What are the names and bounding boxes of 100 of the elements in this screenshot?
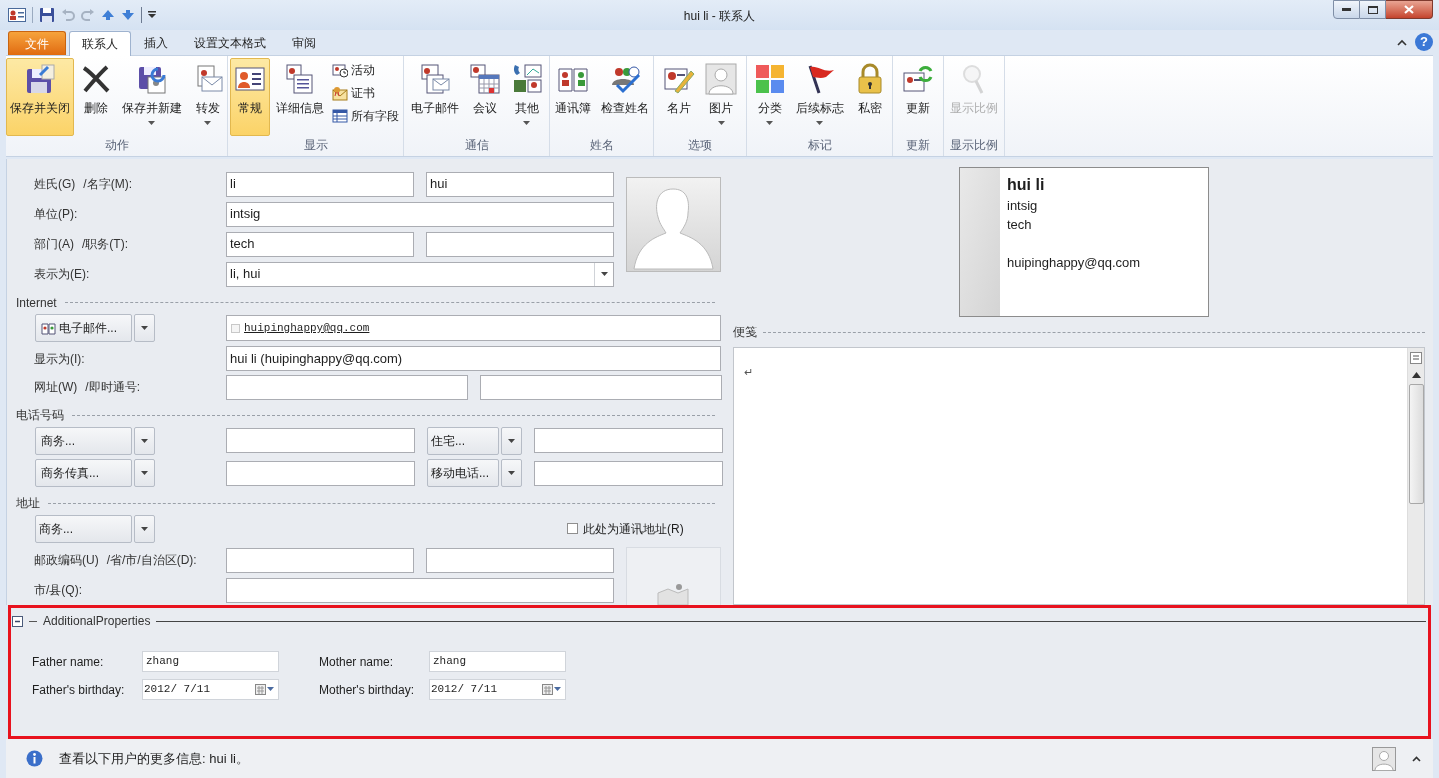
address-book-icon xyxy=(41,321,56,335)
up-arrow-icon[interactable] xyxy=(101,9,115,21)
ribbon-button[interactable]: 后续标志 xyxy=(791,58,848,136)
dropdown-arrow-button[interactable] xyxy=(134,314,155,343)
phone-type-button[interactable]: 住宅... xyxy=(427,426,499,455)
checkbox-icon xyxy=(231,323,240,333)
section-heading: AdditionalProperties xyxy=(43,613,151,630)
group-label: 选项 xyxy=(687,137,713,154)
ribbon-button[interactable]: 通讯簿 xyxy=(550,58,595,136)
date-picker[interactable]: 2012/ 7/11 xyxy=(429,679,566,700)
minimize-icon xyxy=(1342,8,1351,11)
maximize-button[interactable] xyxy=(1360,0,1386,19)
text-field[interactable]: hui xyxy=(426,171,614,197)
calendar-icon xyxy=(468,63,501,95)
text-field[interactable]: li xyxy=(226,171,414,197)
redo-icon[interactable] xyxy=(81,8,95,22)
ribbon-tab[interactable]: 设置文本格式 xyxy=(181,31,279,55)
maximize-icon xyxy=(1367,5,1378,14)
help-button[interactable]: ? xyxy=(1415,33,1433,51)
scrollbar-thumb[interactable] xyxy=(1408,384,1424,504)
text-field[interactable] xyxy=(426,547,614,573)
ribbon-button[interactable]: 详细信息 xyxy=(272,58,328,136)
ribbon-button[interactable]: 保存并关闭 xyxy=(5,58,74,136)
text-field[interactable]: tech xyxy=(226,231,414,257)
ribbon-tab[interactable]: 联系人 xyxy=(69,31,131,56)
email-address[interactable]: huipinghappy@qq.com xyxy=(244,320,370,337)
field-label: 单位(P): xyxy=(34,206,78,223)
ribbon-button[interactable]: 检查姓名 xyxy=(596,58,653,136)
dropdown-arrow-button[interactable] xyxy=(501,426,522,455)
ribbon-button[interactable]: 转发 xyxy=(187,58,228,136)
text-field[interactable] xyxy=(226,577,614,603)
window-title: hui li - 联系人 xyxy=(683,8,756,25)
phone-type-button[interactable]: 商务... xyxy=(35,426,132,455)
field-label: /省/市/自治区(D): xyxy=(106,552,197,569)
scrollbar[interactable] xyxy=(1407,348,1424,604)
ribbon-button[interactable]: 图片 xyxy=(701,58,741,136)
ribbon-button[interactable]: 保存并新建 xyxy=(117,58,186,136)
contact-card-icon[interactable] xyxy=(8,8,26,22)
collapse-ribbon-icon[interactable] xyxy=(1397,38,1407,46)
ribbon-button[interactable]: 会议 xyxy=(464,58,505,136)
ribbon-tab[interactable]: 插入 xyxy=(131,31,181,55)
text-field[interactable]: zhang xyxy=(142,651,279,672)
ribbon-button[interactable]: 名片 xyxy=(659,58,699,136)
email-button[interactable]: 电子邮件... xyxy=(35,314,132,343)
text-field[interactable] xyxy=(226,460,415,486)
ribbon-button[interactable]: 电子邮件 xyxy=(406,58,463,136)
combo-box[interactable]: li, hui xyxy=(226,261,614,287)
group-label: 更新 xyxy=(905,137,931,154)
address-type-button[interactable]: 商务... xyxy=(35,514,132,543)
document-icon xyxy=(284,63,316,95)
text-field[interactable]: zhang xyxy=(429,651,566,672)
phone-type-button[interactable]: 移动电话... xyxy=(427,459,499,488)
ribbon-button[interactable]: 常规 xyxy=(230,58,270,136)
dropdown-arrow-button[interactable] xyxy=(134,426,155,455)
person-silhouette-icon[interactable] xyxy=(1372,746,1396,771)
ribbon-tab[interactable]: 审阅 xyxy=(279,31,329,55)
ribbon-button[interactable]: 其他 xyxy=(506,58,547,136)
down-arrow-icon[interactable] xyxy=(121,9,135,21)
card-text: tech xyxy=(1007,216,1033,234)
close-button[interactable] xyxy=(1386,0,1433,19)
date-picker[interactable]: 2012/ 7/11 xyxy=(142,679,279,700)
text-field[interactable] xyxy=(480,374,722,400)
text-field[interactable]: hui li (huipinghappy@qq.com) xyxy=(226,346,721,372)
scroll-up-icon[interactable] xyxy=(1411,372,1421,378)
ribbon-button[interactable]: 活动 xyxy=(330,59,401,80)
checkbox[interactable]: 此处为通讯地址(R) xyxy=(567,519,684,538)
text-field[interactable]: intsig xyxy=(226,201,614,227)
field-label: Father name: xyxy=(32,653,105,671)
text-field[interactable] xyxy=(226,547,414,573)
color-squares-icon xyxy=(753,63,786,95)
text-field[interactable] xyxy=(534,428,723,454)
ribbon-button[interactable]: 私密 xyxy=(849,58,890,136)
section-heading: 便笺 xyxy=(733,324,757,341)
calendar-icon xyxy=(255,684,275,695)
text-field[interactable] xyxy=(226,428,415,454)
minimize-button[interactable] xyxy=(1333,0,1360,19)
collapse-icon[interactable] xyxy=(12,615,23,627)
field-label: Mother name: xyxy=(319,653,395,671)
text-field[interactable] xyxy=(534,460,723,486)
dropdown-arrow-button[interactable] xyxy=(134,459,155,488)
ribbon-button[interactable]: 证书 xyxy=(330,82,401,103)
undo-icon[interactable] xyxy=(61,8,75,22)
text-field[interactable] xyxy=(426,231,614,257)
ribbon-button[interactable]: 分类 xyxy=(749,58,790,136)
dropdown-arrow-button[interactable] xyxy=(501,459,522,488)
card-text: huipinghappy@qq.com xyxy=(1007,254,1141,272)
text-field[interactable] xyxy=(226,374,468,400)
dropdown-arrow-button[interactable] xyxy=(134,514,155,543)
customize-caret-icon[interactable] xyxy=(148,11,156,19)
ribbon-button[interactable]: 所有字段 xyxy=(330,105,401,126)
ribbon-button[interactable]: 删除 xyxy=(75,58,116,136)
expand-caret-icon[interactable] xyxy=(1412,755,1421,762)
clock-card-icon xyxy=(332,61,348,78)
notes-format-icon[interactable] xyxy=(1410,352,1422,364)
calendar-icon xyxy=(542,684,562,695)
phone-type-button[interactable]: 商务传真... xyxy=(35,459,132,488)
group-label: 标记 xyxy=(806,137,833,154)
ribbon-button[interactable]: 更新 xyxy=(898,58,938,136)
group-label: 显示 xyxy=(302,137,329,154)
email-field[interactable]: huipinghappy@qq.com xyxy=(226,315,721,342)
